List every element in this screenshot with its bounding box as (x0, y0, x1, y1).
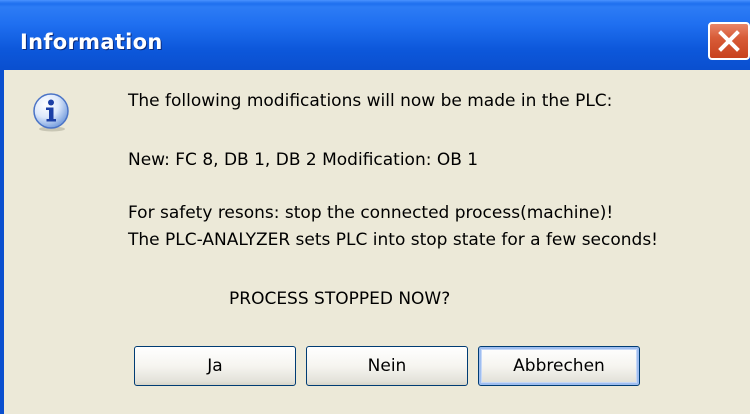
title-bar[interactable]: Information (0, 0, 750, 70)
information-dialog: Information The following modifications … (0, 0, 750, 414)
yes-button[interactable]: Ja (134, 346, 296, 386)
message-line-3: For safety resons: stop the connected pr… (128, 203, 614, 223)
cancel-button[interactable]: Abbrechen (478, 346, 640, 386)
no-button[interactable]: Nein (306, 346, 468, 386)
message-line-4: The PLC-ANALYZER sets PLC into stop stat… (128, 230, 658, 250)
close-icon (718, 30, 740, 52)
info-icon (33, 93, 69, 132)
question-text: PROCESS STOPPED NOW? (229, 289, 451, 309)
message-line-1: The following modifications will now be … (128, 91, 613, 111)
title-bar-glow (0, 0, 750, 4)
dialog-body: The following modifications will now be … (0, 70, 750, 414)
dialog-title: Information (20, 30, 163, 54)
close-button[interactable] (708, 22, 750, 60)
window-left-border (0, 70, 4, 414)
message-line-2: New: FC 8, DB 1, DB 2 Modification: OB 1 (128, 150, 479, 170)
